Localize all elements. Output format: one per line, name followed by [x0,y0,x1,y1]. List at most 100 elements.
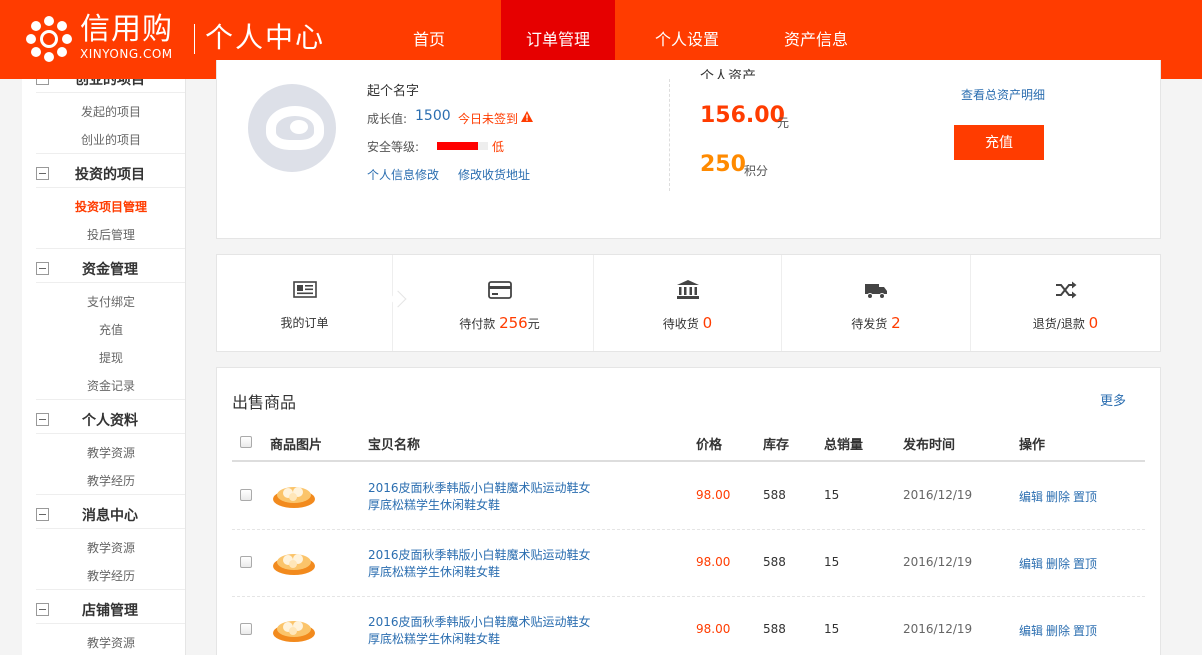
sidebar-group-profile[interactable]: 个人资料 [36,410,184,430]
sales-cell: 15 [824,488,840,502]
sidebar-group-messages[interactable]: 消息中心 [36,505,184,525]
column-header-actions: 操作 [1019,438,1046,453]
growth-value: 1500 [415,108,451,124]
avatar[interactable] [248,84,336,172]
signin-status[interactable]: 今日未签到 [458,110,518,127]
sidebar-group-label: 投资的项目 [75,167,145,183]
stat-label: 待付款 [459,317,496,331]
price-cell: 98.00 [696,488,731,502]
more-link[interactable]: 更多 [1100,390,1126,409]
delete-button[interactable]: 删除 [1046,555,1070,572]
divider [36,623,185,624]
sidebar-group-label: 消息中心 [82,508,138,524]
edit-address-link[interactable]: 修改收货地址 [458,166,530,183]
assets-title: 个人资产 [700,69,756,79]
sidebar-group-label: 创业的项目 [75,79,145,88]
stat-pending-shipment[interactable]: 待发货 2 [782,255,970,351]
stat-label: 待发货 [851,317,888,331]
date-cell: 2016/12/19 [903,488,973,502]
sidebar-item-teaching-resources[interactable]: 教学资源 [36,634,185,651]
divider [36,187,185,188]
sidebar-item-fund-records[interactable]: 资金记录 [36,377,185,394]
sidebar-group-investment[interactable]: 投资的项目 [36,164,184,184]
growth-label: 成长值: [367,112,408,126]
sidebar-item-withdraw[interactable]: 提现 [36,349,185,366]
row-divider [232,596,1145,597]
sidebar-group-label: 店铺管理 [82,603,138,619]
stat-value: 0 [1088,314,1099,332]
pin-top-button[interactable]: 置顶 [1073,488,1097,505]
recharge-button[interactable]: 充值 [954,125,1044,160]
price-cell: 98.00 [696,622,731,636]
column-header-stock: 库存 [763,438,790,453]
brand-name: 信用购 [80,12,173,47]
product-name-link[interactable]: 2016皮面秋季韩版小白鞋魔术贴运动鞋女 厚底松糕学生休闲鞋女鞋 [368,614,598,648]
stat-pending-receipt[interactable]: 待收货 0 [594,255,781,351]
sidebar-item-teaching-experience[interactable]: 教学经历 [36,472,185,489]
safety-level-fill [437,142,478,150]
sidebar-item-payment-binding[interactable]: 支付绑定 [36,293,185,310]
row-divider [232,529,1145,530]
pin-top-button[interactable]: 置顶 [1073,555,1097,572]
edit-profile-link[interactable]: 个人信息修改 [367,166,439,183]
sidebar-item-startup-projects[interactable]: 创业的项目 [36,131,185,148]
page-title: 个人中心 [205,21,326,54]
row-checkbox[interactable] [240,623,252,635]
sidebar-item-teaching-resources[interactable]: 教学资源 [36,539,185,556]
sales-cell: 15 [824,555,840,569]
edit-button[interactable]: 编辑 [1019,622,1043,639]
sidebar-item-investment-management[interactable]: 投资项目管理 [36,198,185,215]
brand-divider [194,24,195,54]
section-title: 出售商品 [232,393,297,412]
stat-value: 256 [499,314,528,332]
product-thumbnail[interactable] [270,547,316,577]
divider [36,399,185,400]
column-header-image: 商品图片 [270,438,323,453]
balance-value: 156.00 [700,103,785,128]
edit-button[interactable]: 编辑 [1019,488,1043,505]
bank-icon [676,280,699,299]
safety-level-text: 低 [492,140,505,154]
view-assets-detail-link[interactable]: 查看总资产明细 [961,86,1045,103]
sidebar-item-teaching-experience[interactable]: 教学经历 [36,567,185,584]
product-name-link[interactable]: 2016皮面秋季韩版小白鞋魔术贴运动鞋女 厚底松糕学生休闲鞋女鞋 [368,480,598,514]
sidebar-item-launched-projects[interactable]: 发起的项目 [36,103,185,120]
stat-label: 待收货 [662,317,699,331]
sidebar-item-recharge[interactable]: 充值 [36,321,185,338]
product-name-link[interactable]: 2016皮面秋季韩版小白鞋魔术贴运动鞋女 厚底松糕学生休闲鞋女鞋 [368,547,598,581]
column-header-price: 价格 [696,438,723,453]
delete-button[interactable]: 删除 [1046,622,1070,639]
table-header-divider [232,460,1145,462]
row-checkbox[interactable] [240,489,252,501]
credit-card-icon [487,281,512,299]
sidebar-group-funds[interactable]: 资金管理 [36,259,184,279]
sidebar-item-post-investment[interactable]: 投后管理 [36,226,185,243]
row-checkbox[interactable] [240,556,252,568]
sidebar-group-label: 个人资料 [82,413,138,429]
edit-button[interactable]: 编辑 [1019,555,1043,572]
divider [36,494,185,495]
stock-cell: 588 [763,488,786,502]
column-header-sales: 总销量 [824,438,864,453]
product-thumbnail[interactable] [270,480,316,510]
sidebar-group-startup[interactable]: 创业的项目 [36,79,184,89]
divider [36,433,185,434]
points-value: 250 [700,152,746,177]
sidebar-group-store[interactable]: 店铺管理 [36,600,184,620]
sidebar: 创业的项目 发起的项目 创业的项目 投资的项目 投资项目管理 投后管理 资金管理… [22,79,186,655]
sidebar-item-teaching-resources[interactable]: 教学资源 [36,444,185,461]
stat-my-orders[interactable]: 我的订单 [217,255,392,351]
stat-refund[interactable]: 退货/退款 0 [971,255,1160,351]
stat-pending-payment[interactable]: 待付款 256元 [406,255,593,351]
stat-unit: 元 [527,317,540,331]
products-card [216,367,1161,655]
select-all-checkbox[interactable] [240,436,252,448]
date-cell: 2016/12/19 [903,555,973,569]
pin-top-button[interactable]: 置顶 [1073,622,1097,639]
delete-button[interactable]: 删除 [1046,488,1070,505]
product-thumbnail[interactable] [270,614,316,644]
points-unit: 积分 [744,164,769,178]
shuffle-icon [1055,281,1076,299]
divider [36,92,185,93]
logo-icon [26,16,72,62]
